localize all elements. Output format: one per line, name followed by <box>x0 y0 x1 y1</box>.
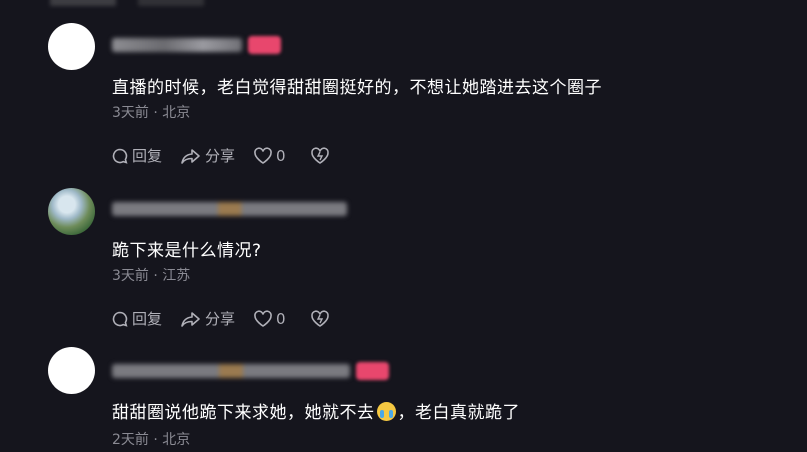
dislike-heart-icon <box>310 309 329 327</box>
comment-text: 跪下来是什么情况? <box>112 241 262 261</box>
like-button[interactable]: 0 <box>253 310 286 328</box>
comment-meta: 2天前 · 北京 <box>112 432 191 448</box>
comment-text-part: 甜甜圈说他跪下来求她，她就不去 <box>112 403 375 423</box>
share-button[interactable]: 分享 <box>180 145 235 166</box>
comment-meta: 3天前 · 北京 <box>112 105 191 121</box>
username-blurred[interactable] <box>112 202 347 216</box>
comment-item: 甜甜圈说他跪下来求她，她就不去 ，老白真就跪了 2天前 · 北京 <box>0 345 807 452</box>
share-icon <box>181 311 200 327</box>
like-count: 0 <box>276 309 286 328</box>
reply-label: 回复 <box>132 310 163 328</box>
share-label: 分享 <box>205 310 236 328</box>
avatar[interactable] <box>48 347 95 394</box>
username-row <box>112 361 390 381</box>
username-blurred[interactable] <box>112 364 350 378</box>
username-row <box>112 199 347 219</box>
comments-panel: 直播的时候，老白觉得甜甜圈挺好的，不想让她踏进去这个圈子 3天前 · 北京 回复… <box>0 0 807 452</box>
comment-text: 甜甜圈说他跪下来求她，她就不去 ，老白真就跪了 <box>112 398 520 423</box>
comment-item: 跪下来是什么情况? 3天前 · 江苏 回复 分享 0 <box>0 180 807 345</box>
username-blurred[interactable] <box>112 38 242 52</box>
reply-label: 回复 <box>132 147 163 165</box>
heart-icon <box>254 309 272 327</box>
reply-button[interactable]: 回复 <box>111 145 162 166</box>
reply-icon <box>112 311 128 327</box>
share-button[interactable]: 分享 <box>180 308 235 329</box>
heart-icon <box>254 146 272 164</box>
dislike-heart-icon <box>310 146 329 164</box>
share-label: 分享 <box>205 147 236 165</box>
reply-button[interactable]: 回复 <box>111 308 162 329</box>
share-icon <box>181 148 200 164</box>
comment-item: 直播的时候，老白觉得甜甜圈挺好的，不想让她踏进去这个圈子 3天前 · 北京 回复… <box>0 0 807 180</box>
user-tag-blurred <box>248 36 282 54</box>
comment-text-part: ，老白真就跪了 <box>397 403 520 423</box>
username-row <box>112 35 282 55</box>
reply-icon <box>112 148 128 164</box>
comment-text: 直播的时候，老白觉得甜甜圈挺好的，不想让她踏进去这个圈子 <box>112 78 602 98</box>
user-tag-blurred <box>356 362 390 380</box>
like-button[interactable]: 0 <box>253 147 286 165</box>
comment-actions: 回复 分享 0 <box>111 145 330 166</box>
loudly-crying-face-icon <box>376 402 396 421</box>
like-count: 0 <box>276 146 286 165</box>
dislike-button[interactable] <box>310 146 330 165</box>
avatar[interactable] <box>48 23 95 70</box>
avatar[interactable] <box>48 188 95 235</box>
comment-actions: 回复 分享 0 <box>111 308 330 329</box>
comment-meta: 3天前 · 江苏 <box>112 268 191 284</box>
dislike-button[interactable] <box>310 309 330 328</box>
